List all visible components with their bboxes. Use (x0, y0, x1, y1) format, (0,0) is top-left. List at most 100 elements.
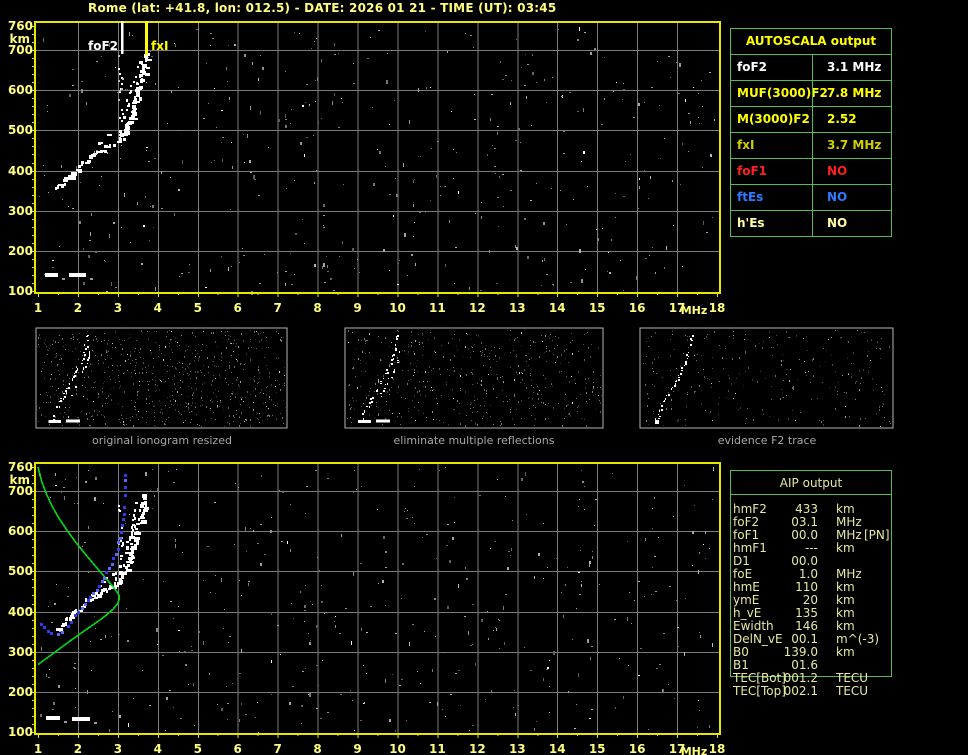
x-tick-label: 14 (549, 742, 566, 755)
x-tick-label: 3 (114, 301, 122, 315)
panel-noise (347, 330, 602, 427)
x-tick-label: 18 (709, 742, 726, 755)
fof2-marker-label: foF2 (88, 39, 118, 53)
panel-noise (643, 330, 891, 427)
x-tick-label: 14 (549, 301, 566, 315)
x-tick-label: 9 (353, 742, 361, 755)
x-axis-unit: MHz (681, 745, 708, 755)
autoscala-row-value: 7.8 MHz (812, 81, 891, 106)
bottom-ionogram: 1 2 3 4 5 6 7 8 9 10 11 12 13 14 15 16 17 18MHz7607006005… (8, 460, 725, 755)
autoscala-row-foF1: foF1 NO (731, 159, 891, 185)
x-tick-label: 2 (74, 742, 82, 755)
y-tick-label: 200 (8, 685, 33, 699)
x-tick-label: 3 (114, 742, 122, 755)
x-tick-label: 1 (34, 301, 42, 315)
panel-border (639, 327, 894, 429)
aip-output-table: AIP output hmF2 433 km foF2 03.1 MHz foF1 00.0 M… (730, 470, 895, 702)
x-tick-label: 9 (353, 301, 361, 315)
autoscala-table-header: AUTOSCALA output (731, 29, 891, 55)
y-tick-label: 600 (8, 524, 33, 538)
f2-echo-trace (56, 494, 149, 631)
x-tick-label: 12 (469, 742, 486, 755)
x-tick-label: 6 (234, 742, 242, 755)
x-tick-label: 10 (389, 301, 406, 315)
autoscala-row-MUF(3000)F2: MUF(3000)F2 7.8 MHz (731, 81, 891, 107)
aip-unit: TECU (836, 684, 869, 698)
x-tick-label: 8 (313, 301, 321, 315)
x-tick-label: 15 (589, 301, 606, 315)
autoscala-row-foF2: foF2 3.1 MHz (731, 55, 891, 81)
panel-caption-evidence: evidence F2 trace (717, 434, 817, 447)
y-tick-label: 200 (8, 244, 33, 258)
x-tick-label: 12 (469, 301, 486, 315)
panel-f2-trace (655, 335, 694, 424)
x-tick-label: 15 (589, 742, 606, 755)
autoscala-row-value: NO (812, 185, 891, 210)
y-tick-label: 400 (8, 605, 33, 619)
x-tick-label: 13 (509, 742, 526, 755)
sporadic-e-echoes (46, 716, 97, 724)
x-tick-label: 2 (74, 301, 82, 315)
y-axis-unit: km (10, 32, 30, 46)
processing-panel-0 (35, 327, 288, 429)
x-tick-label: 18 (709, 301, 726, 315)
x-tick-label: 4 (154, 742, 162, 755)
processing-panel-1 (344, 327, 604, 429)
axis-labels: 1 2 3 4 5 6 7 8 9 10 11 12 13 14 15 16 17 18MHz7607006005… (8, 460, 725, 755)
y-axis-unit: km (10, 473, 30, 487)
processing-panel-2 (639, 327, 894, 429)
y-tick-label: 760 (8, 460, 33, 474)
x-tick-label: 5 (194, 301, 202, 315)
y-tick-label: 100 (8, 284, 33, 298)
aip-unit: km (836, 541, 855, 555)
autoscala-row-h'Es: h'Es NO (731, 211, 891, 237)
panel-noise (38, 330, 286, 428)
x-tick-label: 11 (429, 301, 446, 315)
autoscala-row-value: 3.7 MHz (812, 133, 891, 158)
y-tick-label: 400 (8, 164, 33, 178)
f2-echo-trace (55, 53, 152, 190)
y-tick-label: 300 (8, 204, 33, 218)
autoscala-row-value: 2.52 (812, 107, 891, 132)
x-tick-label: 6 (234, 301, 242, 315)
y-tick-label: 600 (8, 83, 33, 97)
aip-note: [PN] (864, 528, 890, 542)
autoscala-output-table: AUTOSCALA output foF2 3.1 MHz MUF(3000)F2 7… (730, 28, 892, 237)
grid-lines (36, 23, 719, 292)
modeled-trace-dots (40, 474, 127, 636)
plot-border (34, 21, 721, 294)
x-axis-unit: MHz (681, 304, 708, 317)
aip-value: 002.1 (783, 684, 818, 698)
x-tick-label: 13 (509, 301, 526, 315)
aip-table-header: AIP output (779, 476, 843, 490)
autoscala-row-ftEs: ftEs NO (731, 185, 891, 211)
aip-row-TEC[Top]: TEC[Top] 002.1 TECU (733, 685, 893, 698)
x-tick-label: 1 (34, 742, 42, 755)
panel-caption-original: original ionogram resized (92, 434, 232, 447)
autoscala-row-fxI: fxI 3.7 MHz (731, 133, 891, 159)
x-tick-label: 5 (194, 742, 202, 755)
fof2-marker-line (121, 21, 124, 54)
y-tick-label: 760 (8, 19, 33, 33)
x-tick-label: 16 (629, 742, 646, 755)
x-tick-label: 11 (429, 742, 446, 755)
aip-header-divider (730, 494, 892, 495)
aip-unit: km (836, 645, 855, 659)
x-tick-label: 10 (389, 742, 406, 755)
axis-ticks (30, 467, 718, 738)
panel-caption-eliminate: eliminate multiple reflections (393, 434, 555, 447)
x-tick-label: 7 (273, 301, 281, 315)
autoscala-row-value: NO (812, 211, 891, 237)
y-tick-label: 300 (8, 645, 33, 659)
grid-lines (36, 464, 719, 733)
autoscala-row-value: NO (812, 159, 891, 184)
y-tick-label: 500 (8, 123, 33, 137)
autoscala-row-M(3000)F2: M(3000)F2 2.52 (731, 107, 891, 133)
sporadic-e-echoes (45, 273, 93, 280)
x-tick-label: 8 (313, 742, 321, 755)
y-tick-label: 100 (8, 725, 33, 739)
x-tick-label: 7 (273, 742, 281, 755)
axis-ticks (30, 26, 718, 297)
top-ionogram: 1 2 3 4 5 6 7 8 9 10 11 12 13 14 15 16 17 18MHz7607006005… (8, 19, 725, 317)
axis-labels: 1 2 3 4 5 6 7 8 9 10 11 12 13 14 15 16 17 18MHz7607006005… (8, 19, 725, 317)
